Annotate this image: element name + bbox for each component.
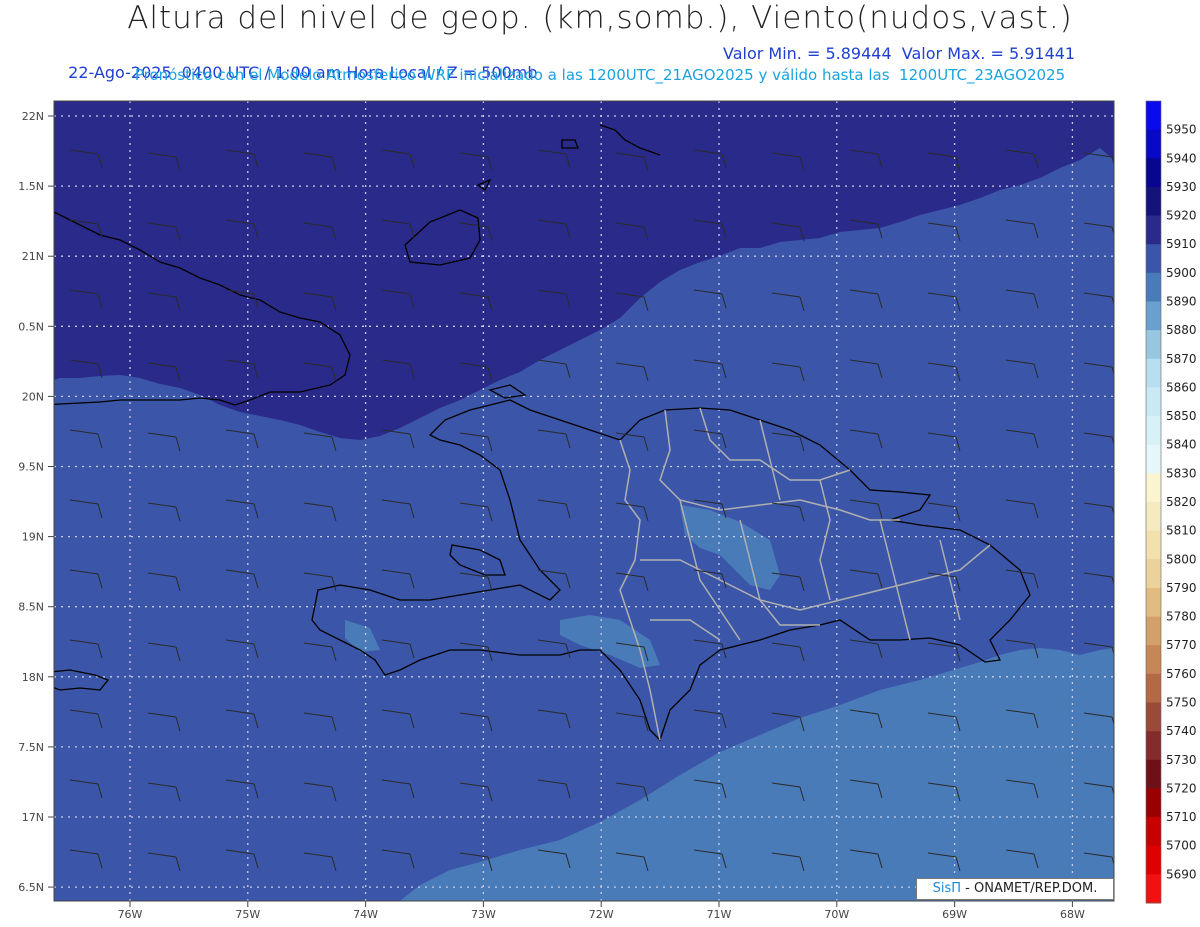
colorbar-label: 5730 <box>1166 753 1197 767</box>
lat-label: 6.5N <box>18 881 44 894</box>
colorbar-swatch <box>1146 530 1161 560</box>
colorbar-swatch <box>1146 301 1161 331</box>
colorbar-swatch <box>1146 559 1161 589</box>
colorbar-swatch <box>1146 817 1161 847</box>
colorbar-label: 5810 <box>1166 524 1197 538</box>
lon-label: 75W <box>235 908 260 921</box>
colorbar-swatch <box>1146 616 1161 646</box>
lon-label: 71W <box>707 908 732 921</box>
colorbar-swatch <box>1146 502 1161 532</box>
lat-label: 19N <box>22 531 44 544</box>
colorbar-label: 5840 <box>1166 438 1197 452</box>
lon-label: 69W <box>942 908 967 921</box>
lon-label: 68W <box>1060 908 1085 921</box>
colorbar-label: 5800 <box>1166 552 1197 566</box>
colorbar-swatch <box>1146 186 1161 217</box>
colorbar-label: 5910 <box>1166 237 1197 251</box>
colorbar-label: 5770 <box>1166 638 1197 652</box>
wind-barb <box>226 920 258 927</box>
colorbar-swatch <box>1146 702 1161 732</box>
sispi-logo: SisΠ <box>932 881 962 896</box>
colorbar-label: 5790 <box>1166 581 1197 595</box>
colorbar-swatch <box>1146 473 1161 503</box>
colorbar-swatch <box>1146 215 1161 245</box>
colorbar-swatch <box>1146 387 1161 417</box>
lat-label: 1.5N <box>18 180 44 193</box>
colorbar-swatch <box>1146 587 1161 618</box>
colorbar-swatch <box>1146 129 1161 159</box>
colorbar-swatch <box>1146 158 1161 188</box>
colorbar-swatch <box>1146 731 1161 761</box>
lat-label: 22N <box>22 110 44 123</box>
colorbar-label: 5870 <box>1166 352 1197 366</box>
colorbar-label: 5780 <box>1166 610 1197 624</box>
wind-barb <box>772 923 804 927</box>
credit-box: SisΠ - ONAMET/REP.DOM. <box>916 878 1114 900</box>
colorbar-label: 5720 <box>1166 781 1197 795</box>
colorbar-swatch <box>1146 416 1161 446</box>
colorbar-label: 5850 <box>1166 409 1197 423</box>
wind-barb <box>928 923 960 927</box>
colorbar-swatch <box>1146 444 1161 474</box>
lon-label: 76W <box>118 908 143 921</box>
colorbar-label: 5750 <box>1166 696 1197 710</box>
lon-label: 73W <box>471 908 496 921</box>
colorbar-label: 5950 <box>1166 123 1197 137</box>
wind-barb <box>148 923 180 927</box>
colorbar-swatch <box>1146 874 1161 904</box>
colorbar-label: 5820 <box>1166 495 1197 509</box>
colorbar-swatch <box>1146 673 1161 703</box>
geopotential-map: 22N 1.5N 21N 0.5N 20N 9.5N 19N 8.5N 18N 7.5N 17N 6.… <box>18 100 1197 927</box>
colorbar-label: 5880 <box>1166 323 1197 337</box>
colorbar-label: 5700 <box>1166 839 1197 853</box>
colorbar-label: 5760 <box>1166 667 1197 681</box>
colorbar-swatch <box>1146 101 1161 131</box>
lat-label: 7.5N <box>18 741 44 754</box>
colorbar-label: 5740 <box>1166 724 1197 738</box>
wind-barb <box>70 920 102 927</box>
wind-barb <box>304 923 336 927</box>
lat-label: 9.5N <box>18 461 44 474</box>
colorbar-swatch <box>1146 358 1161 388</box>
wind-barb <box>382 920 414 927</box>
lat-label: 17N <box>22 811 44 824</box>
colorbar-label: 5940 <box>1166 151 1197 165</box>
colorbar-swatch <box>1146 272 1161 302</box>
lat-label: 0.5N <box>18 320 44 333</box>
colorbar-label: 5690 <box>1166 867 1197 881</box>
colorbar-label: 5930 <box>1166 180 1197 194</box>
colorbar-label: 5830 <box>1166 466 1197 480</box>
wind-barb <box>1084 923 1116 927</box>
lon-label: 74W <box>353 908 378 921</box>
lat-label: 8.5N <box>18 601 44 614</box>
colorbar-label: 5710 <box>1166 810 1197 824</box>
colorbar: 5950 5940 5930 5920 5910 5900 5890 5880 5870 5860… <box>1145 100 1197 904</box>
wind-barb <box>538 920 570 927</box>
lat-label: 18N <box>22 671 44 684</box>
colorbar-swatch <box>1146 845 1161 875</box>
colorbar-label: 5890 <box>1166 295 1197 309</box>
colorbar-swatch <box>1146 645 1161 675</box>
colorbar-swatch <box>1146 330 1161 360</box>
colorbar-swatch <box>1146 788 1161 818</box>
latitude-axis: 22N 1.5N 21N 0.5N 20N 9.5N 19N 8.5N 18N 7.5N 17N 6.… <box>18 110 54 894</box>
wind-barb <box>460 923 492 927</box>
credit-text: - ONAMET/REP.DOM. <box>961 881 1098 896</box>
longitude-axis: 76W 75W 74W 73W 72W 71W 70W 69W 68W <box>118 901 1085 921</box>
lat-label: 20N <box>22 390 44 403</box>
lat-label: 21N <box>22 250 44 263</box>
wind-barb <box>616 923 648 927</box>
colorbar-label: 5920 <box>1166 209 1197 223</box>
wind-barb <box>694 920 726 927</box>
colorbar-label: 5860 <box>1166 380 1197 394</box>
colorbar-label: 5900 <box>1166 266 1197 280</box>
wind-barb <box>850 920 882 927</box>
colorbar-swatch <box>1146 759 1161 789</box>
lon-label: 70W <box>824 908 849 921</box>
lon-label: 72W <box>589 908 614 921</box>
colorbar-swatch <box>1146 244 1161 274</box>
wind-barb <box>1006 920 1038 927</box>
